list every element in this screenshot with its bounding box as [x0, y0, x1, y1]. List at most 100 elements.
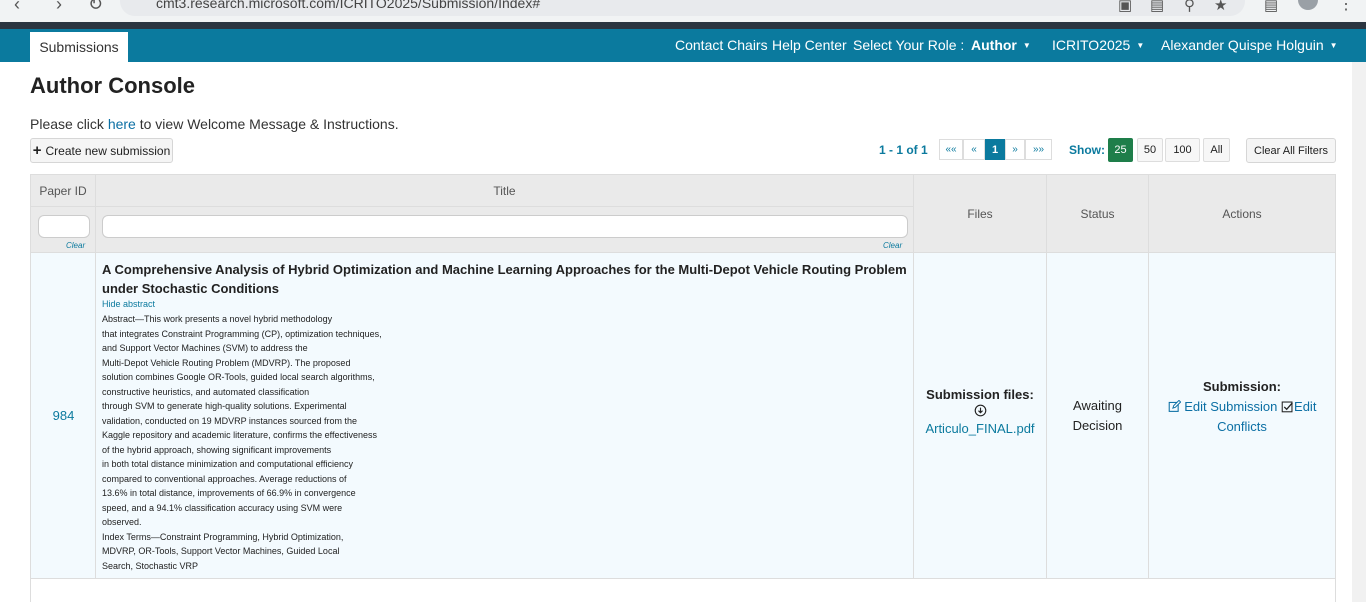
download-icon[interactable]: [914, 404, 1046, 420]
abstract-line: Abstract—This work presents a novel hybr…: [102, 314, 333, 324]
select-role-label: Select Your Role :: [853, 37, 965, 53]
contact-chairs-link[interactable]: Contact Chairs: [675, 29, 768, 62]
abstract-line: in both total distance minimization and …: [102, 459, 353, 469]
role-value: Author: [971, 37, 1017, 53]
show-label: Show:: [1069, 143, 1105, 157]
back-icon[interactable]: ‹: [14, 0, 20, 15]
page-size-100[interactable]: 100: [1165, 138, 1200, 162]
table-row-title: A Comprehensive Analysis of Hybrid Optim…: [96, 253, 914, 578]
url-text: cmt3.research.microsoft.com/ICRITO2025/S…: [156, 0, 541, 11]
next-page-button[interactable]: »: [1005, 139, 1025, 160]
submission-file-link[interactable]: Articulo_FINAL.pdf: [914, 421, 1046, 436]
tab-strip-divider: [0, 22, 1366, 29]
abstract-text: Abstract—This work presents a novel hybr…: [102, 312, 412, 573]
browser-chrome: ‹ › ↻ cmt3.research.microsoft.com/ICRITO…: [0, 0, 1366, 22]
status-line: Decision: [1072, 418, 1123, 433]
plus-icon: +: [32, 142, 42, 159]
abstract-line: of the hybrid approach, showing signific…: [102, 444, 332, 455]
abstract-line: and Support Vector Machines (SVM) to add…: [102, 343, 308, 353]
actions-block: Submission: Edit Submission Edit Conflic…: [1149, 377, 1335, 437]
check-square-icon: [1281, 399, 1294, 414]
abstract-line: compared to conventional approaches. Ave…: [102, 473, 347, 484]
submissions-table: Paper ID Clear Title Clear Files Status …: [30, 174, 1336, 579]
caret-down-icon: ▼: [1136, 41, 1145, 50]
edit-submission-label: Edit Submission: [1184, 399, 1278, 414]
user-dropdown[interactable]: Alexander Quispe Holguin ▼: [1161, 29, 1338, 62]
help-center-link[interactable]: Help Center: [772, 29, 847, 62]
abstract-line: Multi-Depot Vehicle Routing Problem (MDV…: [102, 357, 351, 368]
title-clear-link[interactable]: Clear: [883, 241, 902, 250]
abstract-line: MDVRP, OR-Tools, Support Vector Machines…: [102, 546, 340, 556]
paper-id-filter-input[interactable]: [38, 215, 90, 238]
bookmark-star-icon[interactable]: ★: [1214, 0, 1227, 14]
caret-down-icon: ▼: [1329, 41, 1338, 50]
page-size-all[interactable]: All: [1203, 138, 1230, 162]
paper-id-link[interactable]: 984: [31, 408, 96, 423]
header-title[interactable]: Title: [96, 175, 914, 207]
page-scrollbar[interactable]: [1352, 62, 1366, 602]
status-line: Awaiting: [1073, 398, 1122, 413]
edit-conflicts-label-2[interactable]: Conflicts: [1217, 419, 1267, 434]
profile-avatar[interactable]: [1298, 0, 1318, 10]
forward-icon[interactable]: ›: [56, 0, 62, 15]
prev-page-button[interactable]: «: [963, 139, 985, 160]
abstract-line: Kaggle repository and academic literatur…: [102, 430, 377, 440]
table-row-status: Awaiting Decision: [1047, 253, 1149, 578]
create-submission-button[interactable]: + Create new submission: [30, 138, 173, 163]
paper-title: A Comprehensive Analysis of Hybrid Optim…: [102, 262, 907, 296]
edit-icon: [1168, 399, 1181, 414]
caret-down-icon: ▼: [1022, 41, 1031, 50]
current-page-button[interactable]: 1: [985, 139, 1005, 160]
abstract-line: observed.: [102, 517, 142, 527]
welcome-message: Please click here to view Welcome Messag…: [30, 116, 399, 132]
address-bar[interactable]: cmt3.research.microsoft.com/ICRITO2025/S…: [120, 0, 1245, 16]
edit-submission-link[interactable]: Edit Submission: [1168, 399, 1278, 414]
menu-dots-icon[interactable]: ⋮: [1338, 0, 1354, 14]
tab-submissions[interactable]: Submissions: [30, 29, 128, 62]
header-actions: Actions: [1149, 175, 1335, 253]
abstract-line: speed, and a 94.1% classification accura…: [102, 502, 343, 513]
welcome-link[interactable]: here: [108, 116, 136, 132]
title-filter-input[interactable]: [102, 215, 908, 238]
top-navbar: Submissions Contact Chairs Help Center S…: [0, 29, 1366, 62]
abstract-line: Search, Stochastic VRP: [102, 560, 199, 571]
submission-files-label: Submission files:: [926, 387, 1034, 402]
table-row-files: Submission files: Articulo_FINAL.pdf: [914, 253, 1047, 578]
files-block: Submission files: Articulo_FINAL.pdf: [914, 387, 1046, 436]
actions-submission-label: Submission:: [1202, 379, 1281, 394]
reload-icon[interactable]: ↻: [88, 0, 103, 15]
user-name: Alexander Quispe Holguin: [1161, 37, 1324, 53]
edit-conflicts-link[interactable]: Edit: [1281, 399, 1316, 414]
abstract-line: validation, conducted on 19 MDVRP instan…: [102, 415, 357, 426]
edit-conflicts-label-1: Edit: [1294, 399, 1317, 414]
last-page-button[interactable]: »»: [1025, 139, 1052, 160]
header-paper-id[interactable]: Paper ID: [31, 175, 96, 207]
table-row-actions: Submission: Edit Submission Edit Conflic…: [1149, 253, 1335, 578]
role-dropdown[interactable]: Author ▼: [971, 29, 1031, 62]
abstract-line: 13.6% in total distance, improvements of…: [102, 488, 356, 498]
header-files: Files: [914, 175, 1047, 253]
page-size-50[interactable]: 50: [1137, 138, 1163, 162]
table-row-paper-id: 984: [31, 253, 96, 578]
abstract-line: Index Terms—Constraint Programming, Hybr…: [102, 531, 344, 542]
abstract-line: that integrates Constraint Programming (…: [102, 328, 382, 339]
page-size-25[interactable]: 25: [1108, 138, 1133, 162]
first-page-button[interactable]: ««: [939, 139, 963, 160]
paper-id-clear-link[interactable]: Clear: [66, 241, 85, 250]
zoom-icon[interactable]: ⚲: [1184, 0, 1195, 14]
status-text: Awaiting Decision: [1047, 396, 1148, 436]
download-tray-icon[interactable]: ▤: [1264, 0, 1278, 14]
header-status: Status: [1047, 175, 1149, 253]
extension-icon[interactable]: ▣: [1118, 0, 1132, 14]
paper-id-filter-cell: Clear: [31, 207, 96, 253]
pagination-info: 1 - 1 of 1: [879, 143, 928, 157]
table-bottom-area: [30, 579, 1336, 602]
abstract-line: solution combines Google OR-Tools, guide…: [102, 372, 375, 382]
hide-abstract-link[interactable]: Hide abstract: [102, 299, 155, 309]
abstract-line: through SVM to generate high-quality sol…: [102, 401, 347, 411]
screen-icon[interactable]: ▤: [1150, 0, 1164, 14]
conference-dropdown[interactable]: ICRITO2025 ▼: [1052, 29, 1144, 62]
welcome-prefix: Please click: [30, 116, 104, 132]
conference-value: ICRITO2025: [1052, 37, 1131, 53]
clear-all-filters-button[interactable]: Clear All Filters: [1246, 138, 1336, 163]
